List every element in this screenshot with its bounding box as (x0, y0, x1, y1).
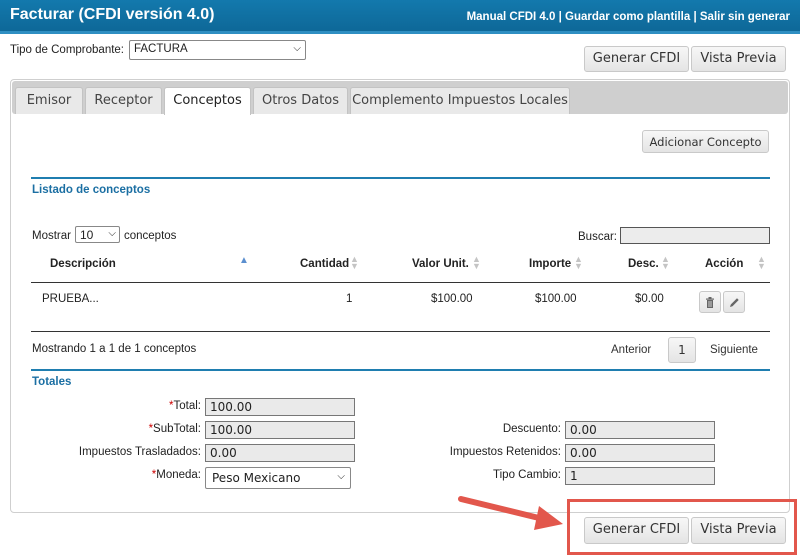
link-separator: | (555, 11, 566, 23)
annotation-arrow-icon (458, 496, 563, 530)
pagination-next[interactable]: Siguiente (710, 344, 758, 356)
tipo-comprobante-value: FACTURA (134, 43, 188, 55)
chevron-down-icon: ⌵ (293, 43, 301, 54)
subtotal-field: 100.00 (205, 421, 355, 439)
moneda-select[interactable]: Peso Mexicano ⌵ (205, 467, 351, 489)
moneda-label: *Moneda: (100, 469, 201, 481)
row-descripcion: PRUEBA... (42, 293, 99, 305)
row-importe: $100.00 (535, 293, 577, 305)
row-cantidad: 1 (346, 293, 353, 305)
sort-icon: ▲ ▼ (661, 254, 670, 271)
table-footer-divider (31, 331, 770, 332)
listado-conceptos-title: Listado de conceptos (32, 184, 151, 196)
page-size-value: 10 (80, 228, 94, 242)
link-separator: | (690, 11, 700, 23)
col-cantidad[interactable]: Cantidad (300, 258, 349, 270)
tipo-comprobante-label: Tipo de Comprobante: (10, 44, 125, 56)
totales-title: Totales (32, 376, 72, 388)
chevron-down-icon: ⌵ (108, 228, 116, 239)
section-divider (31, 369, 770, 371)
total-label: *Total: (100, 400, 201, 412)
mostrar-suffix: conceptos (124, 230, 177, 242)
chevron-down-icon: ⌵ (337, 471, 345, 482)
vista-previa-button-top[interactable]: Vista Previa (691, 46, 786, 72)
manual-link[interactable]: Manual CFDI 4.0 (467, 11, 556, 23)
sort-icon: ▲ ▼ (757, 254, 766, 271)
page-title: Facturar (CFDI versión 4.0) (10, 6, 215, 23)
highlight-box (567, 499, 797, 555)
col-importe[interactable]: Importe (529, 258, 571, 270)
col-desc[interactable]: Desc. (628, 258, 659, 270)
impuestos-trasladados-label: Impuestos Trasladados: (78, 446, 201, 458)
sort-asc-icon: ▲ (239, 255, 249, 266)
descuento-field: 0.00 (565, 421, 715, 439)
adicionar-concepto-button[interactable]: Adicionar Concepto (642, 130, 769, 153)
tab-conceptos[interactable]: Conceptos (164, 87, 251, 115)
moneda-value: Peso Mexicano (212, 471, 301, 485)
tipo-cambio-field: 1 (565, 467, 715, 485)
total-field: 100.00 (205, 398, 355, 416)
impuestos-trasladados-field: 0.00 (205, 444, 355, 462)
descuento-label: Descuento: (502, 423, 561, 435)
impuestos-retenidos-field: 0.00 (565, 444, 715, 462)
sort-icon: ▲ ▼ (472, 254, 481, 271)
subtotal-label: *SubTotal: (100, 423, 201, 435)
exit-link[interactable]: Salir sin generar (700, 11, 790, 23)
tab-receptor[interactable]: Receptor (85, 87, 162, 114)
tab-otros-datos[interactable]: Otros Datos (253, 87, 348, 114)
col-valor-unit[interactable]: Valor Unit. (412, 258, 469, 270)
subtotal-label-text: SubTotal: (153, 423, 201, 435)
section-divider (31, 177, 770, 179)
generar-cfdi-button-top[interactable]: Generar CFDI (584, 46, 689, 72)
col-accion: Acción (705, 258, 744, 270)
total-label-text: Total: (173, 400, 202, 412)
pagination-prev[interactable]: Anterior (611, 344, 651, 356)
table-row (31, 283, 770, 331)
impuestos-retenidos-label: Impuestos Retenidos: (449, 446, 561, 458)
pencil-icon (729, 298, 739, 307)
header-links: Manual CFDI 4.0 | Guardar como plantilla… (467, 11, 790, 23)
table-info: Mostrando 1 a 1 de 1 conceptos (32, 343, 197, 355)
trash-icon (706, 297, 714, 308)
pagination-page-1[interactable]: 1 (668, 337, 696, 363)
tipo-comprobante-select[interactable]: FACTURA ⌵ (129, 40, 306, 60)
row-valor-unit: $100.00 (431, 293, 473, 305)
edit-concept-button[interactable] (723, 291, 745, 313)
tab-emisor[interactable]: Emisor (15, 87, 83, 114)
mostrar-label: Mostrar (32, 230, 71, 242)
row-desc: $0.00 (635, 293, 664, 305)
sort-icon: ▲ ▼ (350, 254, 359, 271)
col-descripcion[interactable]: Descripción (50, 258, 116, 270)
page-size-select[interactable]: 10 ⌵ (75, 226, 120, 243)
sort-icon: ▲ ▼ (574, 254, 583, 271)
buscar-input[interactable] (620, 227, 770, 244)
tipo-cambio-label: Tipo Cambio: (493, 469, 561, 481)
tab-complemento-impuestos-locales[interactable]: Complemento Impuestos Locales (350, 87, 570, 114)
save-template-link[interactable]: Guardar como plantilla (565, 11, 690, 23)
delete-concept-button[interactable] (699, 291, 721, 313)
buscar-label: Buscar: (578, 231, 617, 243)
moneda-label-text: Moneda: (156, 469, 201, 481)
